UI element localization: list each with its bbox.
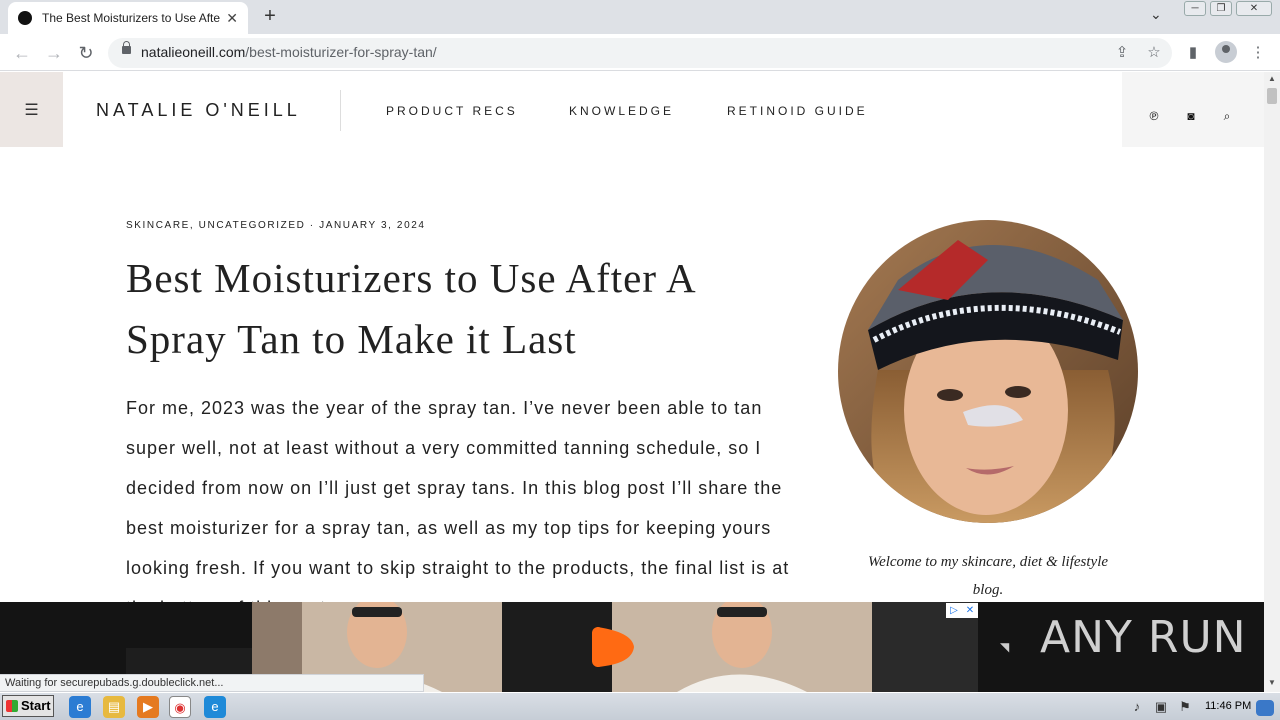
url-domain: natalieoneill.com (141, 44, 246, 60)
bookmark-star-icon[interactable]: ☆ (1143, 42, 1165, 64)
signal-icon: ◥ (1000, 640, 1010, 654)
scroll-down-icon[interactable]: ▼ (1264, 676, 1280, 690)
tab-title: The Best Moisturizers to Use After A Spr… (42, 11, 221, 25)
restore-icon[interactable]: ❐ (1210, 1, 1232, 16)
forward-icon[interactable]: → (42, 41, 66, 65)
site-logo[interactable]: NATALIE O'NEILL (96, 100, 301, 121)
windows-taskbar (0, 692, 1280, 720)
page-scrollbar[interactable] (1264, 72, 1280, 692)
post-intro: For me, 2023 was the year of the spray t… (126, 398, 790, 618)
back-icon[interactable]: ← (10, 41, 34, 65)
favicon-icon (18, 11, 32, 25)
minimize-icon[interactable]: ─ (1184, 1, 1206, 16)
sidebar-welcome: Welcome to my skincare, diet & lifestyle… (867, 554, 1109, 598)
show-desktop-icon[interactable] (1256, 700, 1274, 716)
lock-icon[interactable] (122, 41, 131, 54)
anyrun-watermark: ANY RUN (1040, 612, 1247, 663)
chrome-icon[interactable]: ◉ (169, 696, 191, 718)
ad-info-icon[interactable]: ▷ (946, 603, 962, 618)
tab-search-icon[interactable]: ⌄ (1150, 6, 1162, 23)
hamburger-menu-icon[interactable]: ☰ (0, 72, 63, 147)
ie-icon[interactable]: e (69, 696, 91, 718)
close-window-icon[interactable]: ✕ (1236, 1, 1272, 16)
tab-close-icon[interactable]: ✕ (226, 10, 238, 27)
author-photo (838, 220, 1138, 523)
search-icon[interactable]: ⌕ (1219, 109, 1235, 124)
reload-icon[interactable]: ↻ (74, 41, 98, 65)
explorer-icon[interactable]: ▤ (103, 696, 125, 718)
ad-choices[interactable]: ▷ ✕ (946, 603, 978, 618)
side-panel-icon[interactable]: ▮ (1182, 42, 1204, 64)
profile-avatar-icon[interactable] (1215, 41, 1237, 63)
pinterest-icon[interactable]: ℗ (1146, 109, 1162, 123)
scroll-thumb[interactable] (1267, 88, 1277, 104)
taskbar-clock: 11:46 PM (1205, 700, 1252, 712)
post-title: Best Moisturizers to Use After A Spray T… (126, 255, 695, 362)
url-path: /best-moisturizer-for-spray-tan/ (245, 44, 437, 60)
browser-menu-icon[interactable]: ⋮ (1247, 42, 1269, 64)
status-bubble: Waiting for securepubads.g.doubleclick.n… (0, 674, 424, 692)
header-divider (340, 90, 341, 131)
url-text[interactable]: natalieoneill.com/best-moisturizer-for-s… (141, 44, 437, 60)
browser-tab[interactable]: The Best Moisturizers to Use After A Spr… (8, 2, 248, 34)
instagram-icon[interactable]: ◙ (1183, 109, 1199, 123)
network-icon[interactable]: ▣ (1150, 696, 1172, 718)
share-icon[interactable]: ⇪ (1111, 42, 1133, 64)
nav-product-recs[interactable]: PRODUCT RECS (386, 104, 518, 118)
post-meta: SKINCARE, UNCATEGORIZED · JANUARY 3, 202… (126, 220, 426, 231)
scroll-up-icon[interactable]: ▲ (1264, 72, 1280, 86)
new-tab-button[interactable]: + (258, 4, 282, 28)
media-player-icon[interactable]: ▶ (137, 696, 159, 718)
nav-knowledge[interactable]: KNOWLEDGE (569, 104, 674, 118)
start-button[interactable]: Start (2, 695, 54, 717)
flag-icon[interactable]: ⚑ (1174, 696, 1196, 718)
edge-icon[interactable]: e (204, 696, 226, 718)
ad-close-icon[interactable]: ✕ (962, 603, 978, 618)
volume-icon[interactable]: ♪ (1126, 696, 1148, 718)
nav-retinoid-guide[interactable]: RETINOID GUIDE (727, 104, 868, 118)
